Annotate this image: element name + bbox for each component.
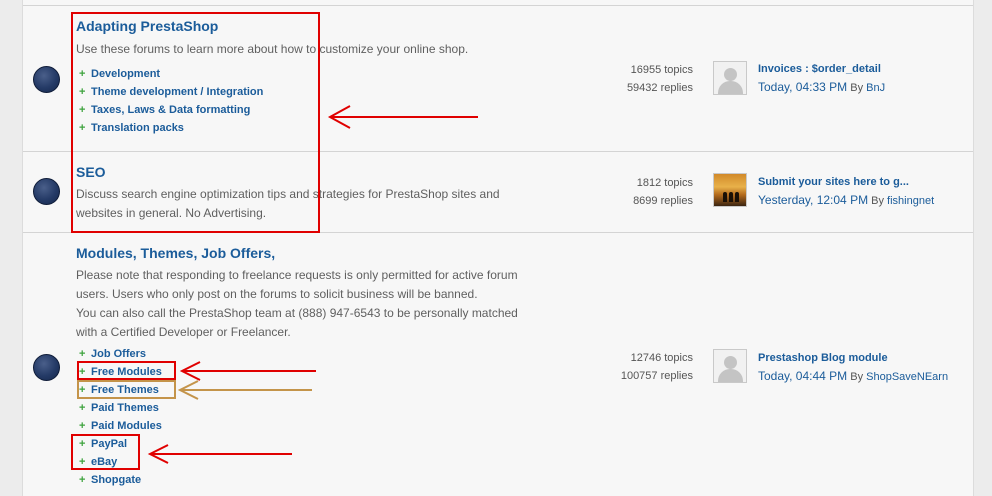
gold-arrow-icon <box>177 380 312 400</box>
red-arrow-icon <box>179 361 316 381</box>
annotation-arrows <box>147 105 478 464</box>
red-arrow-icon <box>147 444 292 464</box>
red-arrow-icon <box>327 105 478 129</box>
